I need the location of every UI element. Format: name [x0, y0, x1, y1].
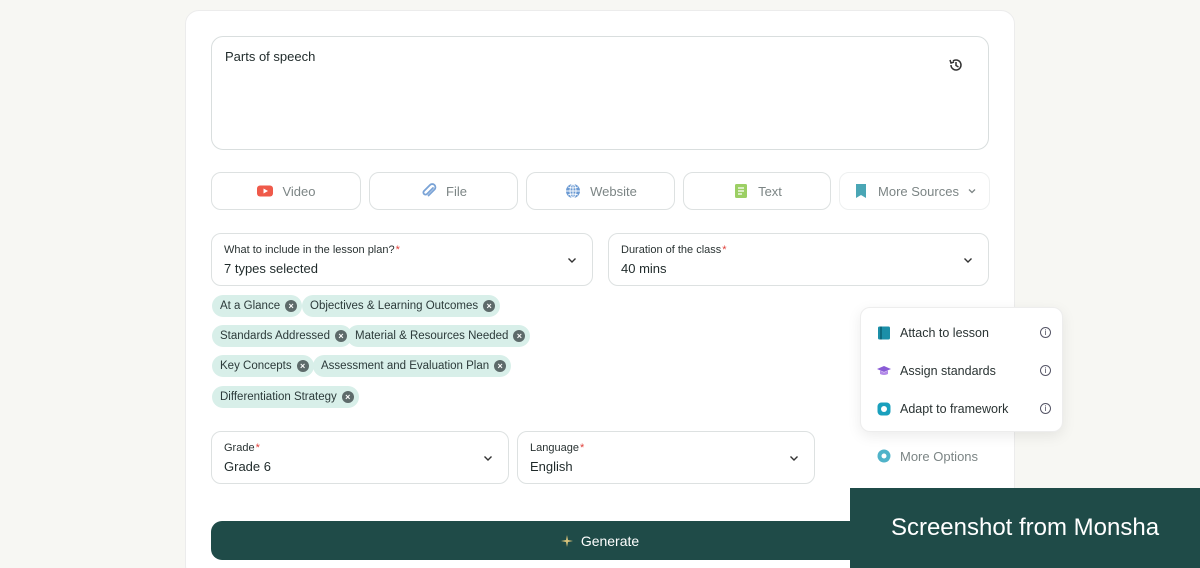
framework-icon — [877, 402, 891, 416]
chip-materials: Material & Resources Needed × — [347, 325, 531, 347]
duration-select[interactable]: Duration of the class* 40 mins — [608, 233, 989, 286]
chip-standards: Standards Addressed × — [212, 325, 352, 347]
gear-icon — [877, 449, 891, 463]
chevron-down-icon — [968, 189, 976, 194]
youtube-icon — [257, 185, 274, 197]
chevron-down-icon — [568, 258, 576, 263]
more-options-menu: Attach to lesson i Assign standards i Ad… — [860, 307, 1063, 432]
chip-label: Differentiation Strategy — [220, 391, 337, 403]
remove-chip-icon[interactable]: × — [334, 330, 347, 342]
source-file-button[interactable]: File — [369, 172, 518, 210]
source-file-label: File — [446, 183, 467, 199]
menu-item-label: Adapt to framework — [900, 402, 1009, 416]
remove-chip-icon[interactable]: × — [513, 330, 526, 342]
source-video-label: Video — [282, 183, 316, 199]
chip-objectives: Objectives & Learning Outcomes × — [302, 295, 501, 317]
remove-chip-icon[interactable]: × — [483, 300, 496, 312]
source-website-label: Website — [590, 183, 637, 199]
more-options-label: More Options — [900, 448, 979, 464]
source-website-button[interactable]: Website — [526, 172, 675, 210]
chip-label: Assessment and Evaluation Plan — [321, 360, 490, 372]
more-sources-dropdown[interactable]: More Sources — [839, 172, 990, 210]
chip-assessment: Assessment and Evaluation Plan × — [313, 355, 512, 377]
menu-item-adapt-to-framework[interactable]: Adapt to framework i — [876, 398, 1051, 420]
chip-label: Key Concepts — [220, 360, 292, 372]
topic-input-value: Parts of speech — [225, 49, 316, 64]
remove-chip-icon[interactable]: × — [341, 391, 354, 403]
menu-item-label: Attach to lesson — [900, 326, 989, 340]
duration-label: Duration of the class* — [621, 244, 727, 256]
duration-value: 40 mins — [621, 261, 667, 276]
watermark-text: Screenshot from Monsha — [890, 514, 1160, 541]
grade-label: Grade* — [224, 442, 260, 454]
remove-chip-icon[interactable]: × — [296, 360, 309, 372]
watermark-banner: Screenshot from Monsha — [850, 488, 1200, 568]
include-value: 7 types selected — [224, 261, 318, 276]
chevron-down-icon — [964, 258, 972, 263]
menu-item-assign-standards[interactable]: Assign standards i — [876, 360, 1051, 382]
chip-key-concepts: Key Concepts × — [212, 355, 314, 377]
text-document-icon — [735, 184, 748, 198]
chip-label: Standards Addressed — [220, 330, 330, 342]
source-text-label: Text — [758, 183, 782, 199]
info-icon[interactable]: i — [1040, 365, 1051, 376]
more-options-button[interactable]: More Options — [876, 448, 978, 464]
language-label: Language* — [530, 442, 585, 454]
menu-item-label: Assign standards — [900, 364, 996, 378]
history-icon[interactable] — [948, 57, 964, 73]
source-video-button[interactable]: Video — [211, 172, 361, 210]
chip-differentiation: Differentiation Strategy × — [212, 386, 359, 408]
language-value: English — [530, 459, 573, 474]
language-select[interactable]: Language* English — [517, 431, 815, 484]
info-icon[interactable]: i — [1040, 403, 1051, 414]
book-icon — [878, 326, 890, 340]
chevron-down-icon — [790, 456, 798, 461]
more-sources-label: More Sources — [878, 183, 959, 199]
paperclip-icon — [422, 183, 437, 197]
chip-at-a-glance: At a Glance × — [212, 295, 303, 317]
chevron-down-icon — [484, 456, 492, 461]
chip-label: At a Glance — [220, 300, 281, 312]
topic-input[interactable]: Parts of speech — [211, 36, 989, 150]
menu-item-attach-to-lesson[interactable]: Attach to lesson i — [876, 322, 1051, 344]
globe-icon — [566, 183, 581, 199]
sparkle-icon — [560, 534, 573, 547]
grade-value: Grade 6 — [224, 459, 271, 474]
remove-chip-icon[interactable]: × — [494, 360, 507, 372]
chip-label: Material & Resources Needed — [355, 330, 509, 342]
grade-select[interactable]: Grade* Grade 6 — [211, 431, 509, 484]
source-text-button[interactable]: Text — [683, 172, 831, 210]
book-icon — [856, 184, 867, 198]
include-select[interactable]: What to include in the lesson plan?* 7 t… — [211, 233, 593, 286]
chip-label: Objectives & Learning Outcomes — [310, 300, 479, 312]
remove-chip-icon[interactable]: × — [285, 300, 298, 312]
graduation-cap-icon — [877, 366, 891, 375]
include-label: What to include in the lesson plan?* — [224, 244, 400, 256]
generate-label: Generate — [580, 532, 640, 549]
info-icon[interactable]: i — [1040, 327, 1051, 338]
